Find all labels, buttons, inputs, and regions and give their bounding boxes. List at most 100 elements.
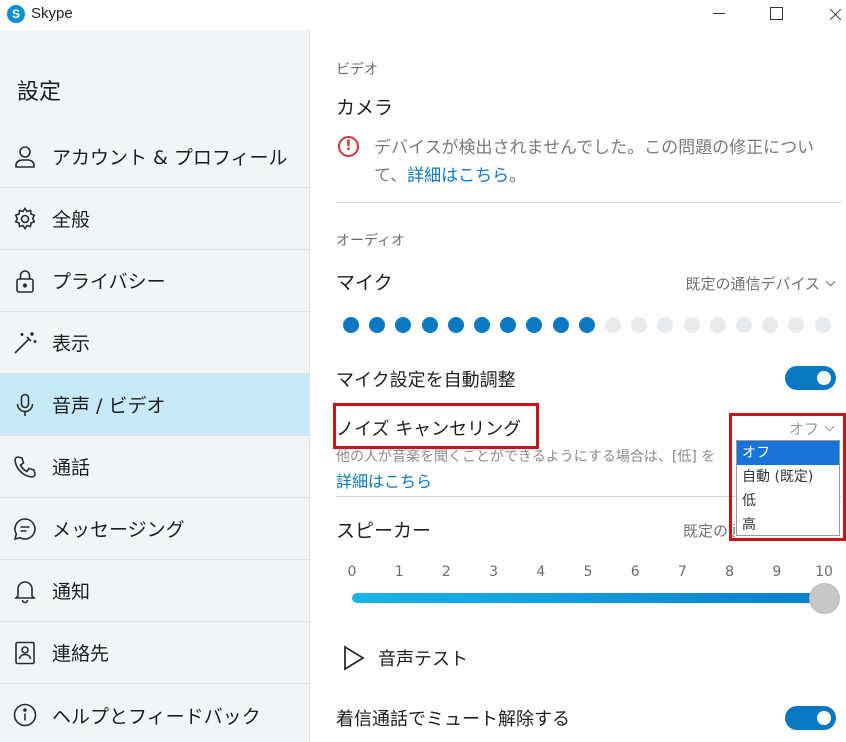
speaker-volume-thumb[interactable] [809, 583, 840, 614]
mic-level-dot [447, 317, 464, 333]
unmute-incoming-label: 着信通話でミュート解除する [336, 709, 570, 730]
auto-adjust-toggle[interactable] [785, 366, 836, 390]
speaker-tick-label: 0 [347, 564, 357, 580]
mic-level-dot [474, 317, 490, 333]
mic-level-dot [736, 317, 752, 333]
maximize-button[interactable] [754, 0, 800, 30]
mic-level-dot [605, 317, 621, 333]
mic-level-dot [343, 317, 359, 333]
speaker-tick-label: 6 [630, 564, 640, 580]
noise-option-high[interactable]: 高 [737, 513, 839, 537]
sidebar-item-privacy[interactable]: プライバシー [0, 250, 309, 312]
speaker-tick-label: 3 [489, 564, 499, 580]
mic-level-dot [369, 317, 386, 333]
sidebar-item-label: アカウント & プロフィール [52, 147, 288, 169]
speaker-tick-label: 7 [677, 564, 687, 580]
mic-device-value: 既定の通信デバイス [685, 275, 820, 293]
sidebar-item-account[interactable]: アカウント & プロフィール [0, 126, 309, 188]
mic-level-dot [657, 317, 674, 333]
magic-wand-icon [12, 330, 38, 356]
speaker-tick-label: 8 [725, 564, 735, 580]
skype-logo-icon: S [7, 5, 25, 23]
camera-heading: カメラ [336, 97, 394, 119]
mic-level-dot [500, 317, 517, 333]
camera-help-link[interactable]: 詳細はこちら [407, 166, 509, 186]
sidebar-item-general[interactable]: 全般 [0, 188, 309, 250]
mic-device-select[interactable]: 既定の通信デバイス [685, 273, 836, 294]
sidebar-item-notifications[interactable]: 通知 [0, 560, 309, 622]
sidebar-item-label: プライバシー [52, 271, 166, 293]
bell-icon [12, 578, 38, 604]
settings-sidebar: 設定 アカウント & プロフィール 全般 プライバシー 表示 音声 / ビデオ [0, 30, 310, 742]
sidebar-item-label: 表示 [52, 333, 91, 355]
toggle-knob [817, 711, 831, 725]
speaker-device-select[interactable]: 既定の通信デバイス [683, 520, 735, 541]
video-section-label: ビデオ [336, 62, 378, 78]
minimize-button[interactable] [696, 0, 742, 30]
sidebar-item-calls[interactable]: 通話 [0, 436, 309, 498]
noise-cancellation-options: オフ 自動 (既定) 低 高 [736, 440, 840, 536]
mic-level-dot [421, 317, 438, 333]
settings-title: 設定 [17, 80, 62, 105]
sidebar-item-label: 通知 [52, 581, 91, 603]
sidebar-item-label: ヘルプとフィードバック [52, 705, 261, 728]
speaker-tick-label: 2 [441, 564, 451, 580]
auto-adjust-label: マイク設定を自動調整 [336, 370, 516, 391]
chevron-down-icon [825, 276, 836, 287]
speaker-tick-label: 1 [394, 564, 404, 580]
noise-heading-highlight-box [333, 403, 539, 449]
noise-option-low[interactable]: 低 [737, 489, 839, 513]
camera-warning-text: デバイスが検出されませんでした。この問題の修正について、詳細はこちら。 [374, 138, 815, 186]
noise-help-link[interactable]: 詳細はこちら [336, 468, 432, 492]
sidebar-item-label: 連絡先 [52, 643, 110, 665]
sidebar-item-display[interactable]: 表示 [0, 312, 309, 374]
speaker-volume-track[interactable] [352, 593, 824, 603]
noise-option-auto[interactable]: 自動 (既定) [737, 465, 839, 489]
sidebar-item-label: 通話 [52, 457, 91, 479]
speaker-tick-label: 9 [772, 564, 782, 580]
mic-level-dot [578, 317, 595, 333]
gear-icon [12, 206, 38, 232]
close-button[interactable] [808, 0, 846, 30]
mic-level-dot [631, 317, 648, 333]
sidebar-item-help[interactable]: ヘルプとフィードバック [0, 684, 309, 742]
speaker-volume-ticks: 0 1 2 3 4 5 6 7 8 9 10 [336, 564, 836, 584]
noise-description: 他の人が音楽を聞くことができるようにする場合は、[低] を [336, 449, 716, 465]
speaker-tick-label: 5 [583, 564, 593, 580]
speaker-tick-label: 4 [536, 564, 546, 580]
warning-icon: ! [338, 136, 359, 157]
sidebar-item-audio-video[interactable]: 音声 / ビデオ [0, 374, 309, 436]
phone-icon [12, 454, 38, 480]
mic-level-dot [526, 317, 543, 333]
play-icon[interactable] [341, 644, 367, 672]
lock-icon [12, 268, 38, 294]
info-icon [12, 702, 38, 728]
sidebar-item-messaging[interactable]: メッセージング [0, 498, 309, 560]
noise-option-off[interactable]: オフ [737, 441, 839, 465]
mic-heading: マイク [336, 272, 393, 294]
audio-section-label: オーディオ [336, 233, 406, 249]
sidebar-item-label: メッセージング [52, 519, 185, 541]
toggle-knob [817, 371, 831, 385]
mic-level-dot [395, 317, 412, 333]
unmute-incoming-toggle[interactable] [785, 706, 836, 730]
mic-level-dot [683, 317, 700, 333]
speaker-heading: スピーカー [336, 520, 432, 542]
mic-level-dot [762, 317, 779, 333]
sidebar-item-contacts[interactable]: 連絡先 [0, 622, 309, 684]
chat-bubble-icon [12, 516, 38, 542]
microphone-icon [12, 392, 38, 418]
sidebar-item-label: 音声 / ビデオ [52, 395, 166, 417]
sidebar-item-label: 全般 [52, 209, 91, 231]
contact-card-icon [12, 640, 38, 666]
mic-level-dot [814, 317, 831, 333]
mic-level-dot [709, 317, 726, 333]
sound-test-button[interactable]: 音声テスト [378, 645, 468, 671]
mic-level-dot [552, 317, 569, 333]
audio-video-settings: ビデオ カメラ ! デバイスが検出されませんでした。この問題の修正について、詳細… [311, 30, 846, 742]
divider [336, 202, 841, 203]
mic-level-dot [788, 317, 805, 333]
title-bar: S Skype [0, 0, 846, 30]
speaker-tick-label: 10 [815, 564, 833, 580]
window-title: Skype [31, 5, 73, 22]
